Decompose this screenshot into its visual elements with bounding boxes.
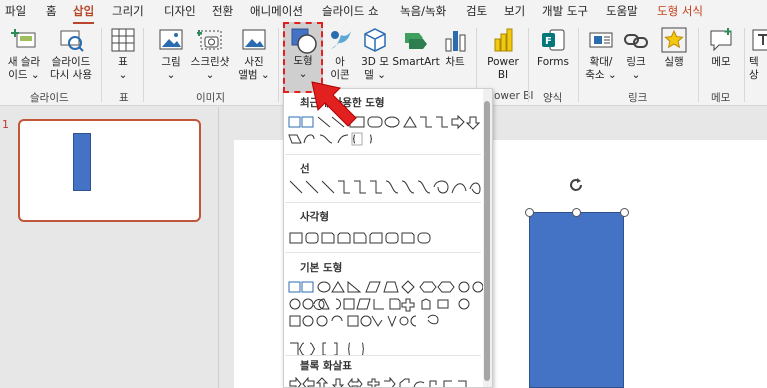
menu-scrollbar-thumb[interactable] (484, 101, 490, 381)
menu-separator (285, 355, 481, 356)
shapes-label: 도형 (293, 55, 313, 67)
action-button[interactable]: 실행 (659, 27, 689, 69)
group-separator (744, 28, 745, 102)
group-label-comments: 메모 (711, 92, 731, 104)
slide-number: 1 (2, 118, 9, 131)
zoom-icon (588, 27, 614, 53)
tab-0[interactable]: 파일 (5, 3, 26, 19)
icons-button[interactable]: 아 이콘 (326, 27, 354, 82)
tab-9[interactable]: 검토 (466, 3, 487, 19)
panel-divider[interactable] (218, 107, 219, 388)
group-label-forms: 양식 (543, 92, 563, 104)
forms-button[interactable]: F Forms (535, 27, 571, 69)
new-slide-icon (11, 27, 37, 53)
power-bi-icon (490, 27, 516, 53)
svg-text:F: F (545, 36, 552, 47)
menu-scrollbar[interactable] (483, 89, 492, 387)
comment-icon (708, 27, 734, 53)
section-basic-shapes: 기본 도형 (300, 262, 343, 274)
link-icon (623, 27, 649, 53)
zoom-button[interactable]: 확대/ 축소 ⌄ (584, 27, 618, 82)
photo-album-button[interactable]: 사진 앨범 ⌄ (236, 27, 272, 82)
slide-thumbnail[interactable] (18, 119, 201, 222)
resize-handle-top-left[interactable] (525, 208, 534, 217)
3d-models-button[interactable]: 3D 모 델 ⌄ (358, 27, 392, 82)
textbox-icon (749, 27, 767, 53)
red-pointer-arrow-icon (306, 76, 360, 130)
power-bi-button[interactable]: Power BI (483, 27, 523, 82)
section-lines: 선 (300, 163, 310, 175)
group-separator (101, 28, 102, 102)
resize-handle-top-right[interactable] (620, 208, 629, 217)
menu-separator (285, 154, 481, 155)
tab-7[interactable]: 슬라이드 쇼 (322, 3, 379, 19)
rotate-handle-icon[interactable] (566, 175, 586, 195)
selected-rectangle-shape[interactable] (529, 212, 624, 388)
shapes-gallery-menu: 최근에 사용한 도형 선 사각형 기본 도형 블록 화살표 (283, 88, 493, 388)
shapes-icon (291, 28, 317, 54)
chart-button[interactable]: 차트 (441, 27, 469, 69)
comment-button[interactable]: 메모 (705, 27, 737, 69)
group-separator (528, 28, 529, 102)
new-slide-button[interactable]: 새 슬라 이드 ⌄ (4, 27, 44, 82)
rectangles-row (288, 230, 438, 249)
link-button[interactable]: 링크 ⌄ (621, 27, 651, 82)
menu-separator (285, 252, 481, 253)
photo-album-icon (241, 27, 267, 53)
tab-10[interactable]: 보기 (504, 3, 525, 19)
table-icon (110, 27, 136, 53)
screenshot-icon (196, 27, 223, 53)
tab-11[interactable]: 개발 도구 (542, 3, 588, 19)
screenshot-button[interactable]: 스크린샷 ⌄ (190, 27, 230, 82)
tab-4[interactable]: 디자인 (164, 3, 196, 19)
section-rectangles: 사각형 (300, 211, 329, 223)
picture-icon (158, 27, 184, 53)
star-icon (661, 27, 687, 53)
group-separator (578, 28, 579, 102)
group-label-table: 표 (119, 92, 129, 104)
tab-12[interactable]: 도움말 (606, 3, 638, 19)
chart-icon (442, 27, 468, 53)
block-arrows-row (288, 376, 488, 387)
tab-8[interactable]: 녹음/녹화 (400, 3, 446, 19)
group-label-images: 이미지 (196, 92, 225, 104)
table-button[interactable]: 표 ⌄ (108, 27, 138, 82)
group-separator (698, 28, 699, 102)
textbox-button[interactable]: 텍 상 (749, 27, 767, 82)
group-separator (143, 28, 144, 102)
menu-separator (285, 202, 481, 203)
pictures-button[interactable]: 그림 ⌄ (154, 27, 188, 82)
smartart-button[interactable]: SmartArt (392, 27, 440, 69)
tab-13[interactable]: 도형 서식 (657, 3, 703, 19)
section-block-arrows: 블록 화살표 (300, 360, 352, 372)
basic-shapes-grid (288, 280, 488, 344)
lines-row (288, 179, 488, 199)
tab-6[interactable]: 애니메이션 (250, 3, 303, 19)
thumbnail-rectangle (73, 133, 91, 191)
tab-1[interactable]: 홈 (46, 3, 57, 19)
reuse-slides-icon (58, 27, 84, 53)
reuse-slides-button[interactable]: 슬라이드 다시 사용 (46, 27, 96, 82)
resize-handle-top[interactable] (572, 208, 581, 217)
ribbon-tab-bar: 파일 홈 삽입 그리기 디자인 전환 애니메이션 슬라이드 쇼 녹음/녹화 검토 보기 개발 도구 도움… (0, 0, 767, 24)
tab-5[interactable]: 전환 (212, 3, 233, 19)
tab-2[interactable]: 삽입 (73, 3, 95, 24)
tab-3[interactable]: 그리기 (112, 3, 144, 19)
smartart-icon (403, 27, 429, 53)
group-label-links: 링크 (628, 92, 648, 104)
forms-icon: F (540, 27, 566, 53)
icons-icon (327, 27, 353, 53)
group-label-slides: 슬라이드 (30, 92, 69, 104)
cube-icon (362, 27, 388, 53)
group-separator (278, 28, 279, 102)
